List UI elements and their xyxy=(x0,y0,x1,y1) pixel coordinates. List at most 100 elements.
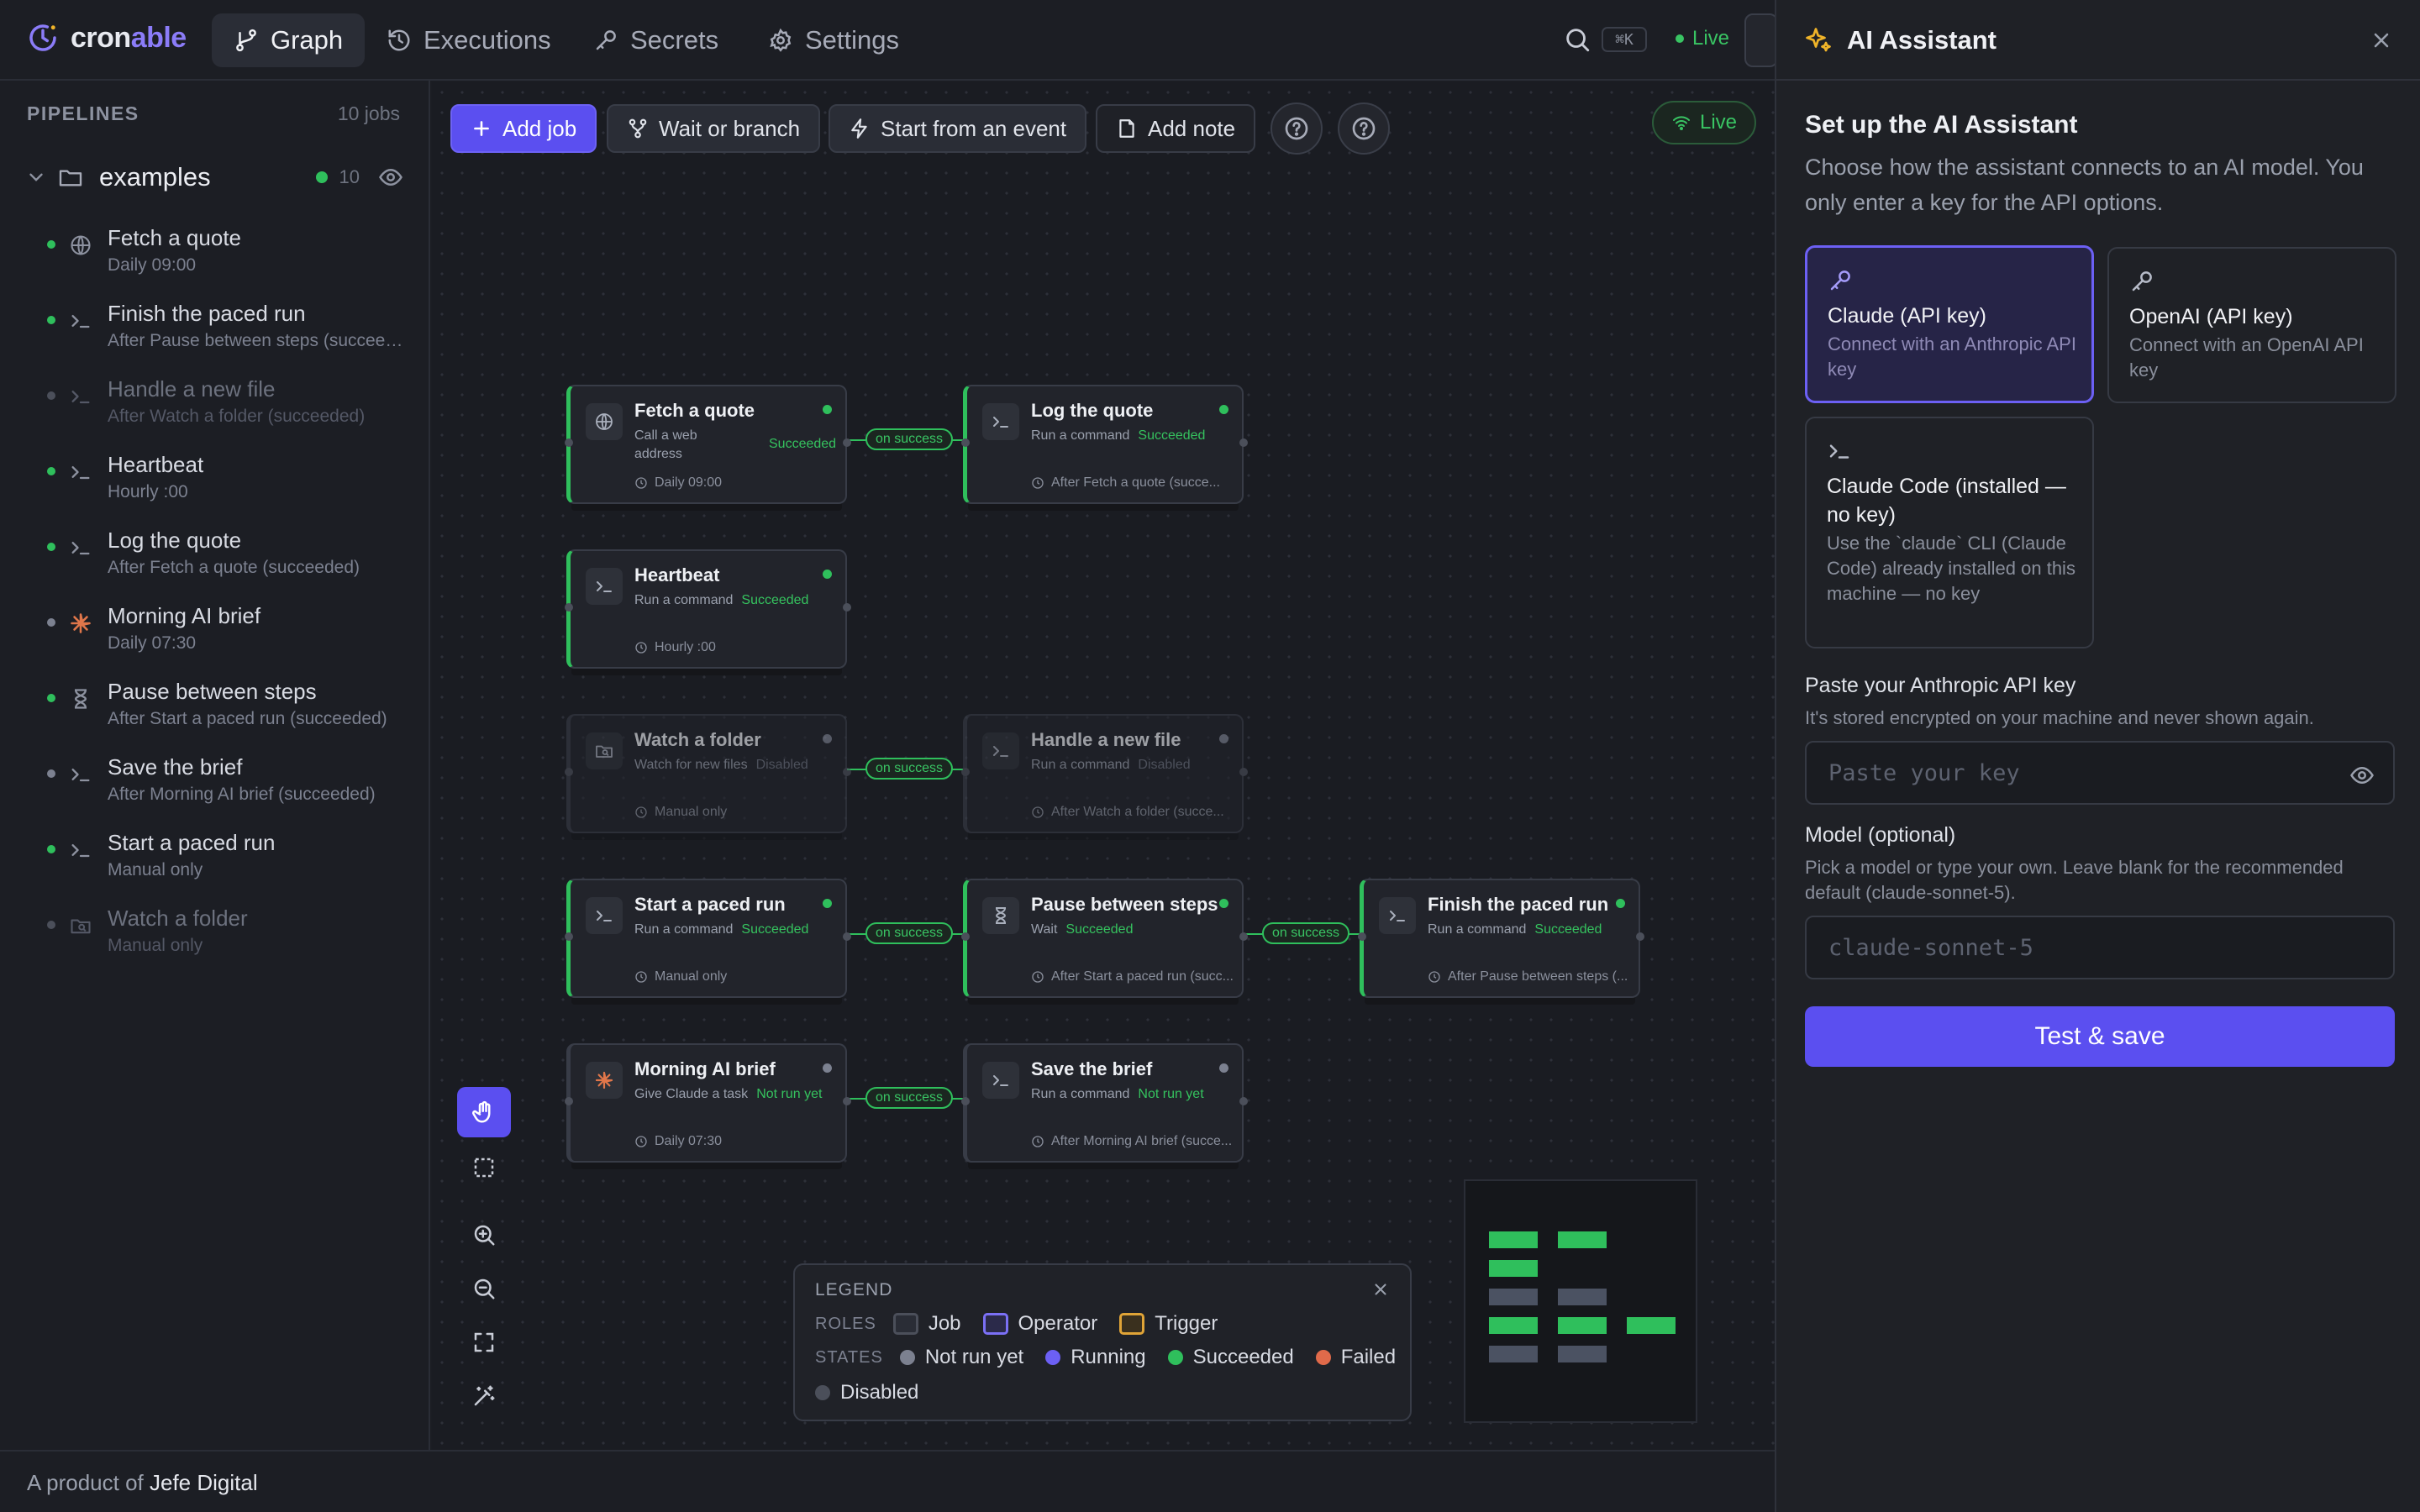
live-badge[interactable]: Live xyxy=(1652,101,1756,144)
test-and-save-button[interactable]: Test & save xyxy=(1805,1006,2395,1067)
zoom-in-button[interactable] xyxy=(457,1210,511,1260)
output-port[interactable] xyxy=(1636,932,1644,941)
folder-examples[interactable]: examples 10 xyxy=(25,158,403,197)
sidebar-item-start-a-paced-run[interactable]: Start a paced run Manual only xyxy=(40,827,410,894)
eye-icon[interactable] xyxy=(378,165,403,190)
edge-label[interactable]: on success xyxy=(865,922,954,944)
clock-icon xyxy=(1031,806,1044,819)
history-icon xyxy=(388,29,410,51)
zoom-out-button[interactable] xyxy=(457,1263,511,1314)
node-save-the-brief[interactable]: Save the brief Run a command Not run yet Af… xyxy=(961,1043,1248,1163)
pan-tool-button[interactable] xyxy=(457,1087,511,1137)
input-port[interactable] xyxy=(961,768,970,776)
help-button-2[interactable] xyxy=(1338,102,1390,155)
sidebar-item-log-the-quote[interactable]: Log the quote After Fetch a quote (succee… xyxy=(40,524,410,591)
hand-icon xyxy=(472,1100,491,1123)
eye-icon[interactable] xyxy=(2349,763,2375,788)
add-note-label: Add note xyxy=(1148,115,1236,141)
legend-role-label: Trigger xyxy=(1155,1312,1218,1335)
node-start-a-paced-run[interactable]: Start a paced run Run a command Succeeded M… xyxy=(565,879,851,998)
start-from-event-button[interactable]: Start from an event xyxy=(829,104,1087,153)
edge-label[interactable]: on success xyxy=(1262,922,1350,944)
output-port[interactable] xyxy=(843,1097,851,1105)
tab-executions[interactable]: Executions xyxy=(365,13,573,67)
sidebar-item-subtitle: Daily 07:30 xyxy=(108,633,197,653)
chevron-down-icon[interactable] xyxy=(25,166,47,188)
output-port[interactable] xyxy=(843,438,851,447)
sidebar-item-save-the-brief[interactable]: Save the brief After Morning AI brief (su… xyxy=(40,751,410,818)
footer-brand-link[interactable]: Jefe Digital xyxy=(150,1470,258,1495)
node-morning-ai-brief[interactable]: Morning AI brief Give Claude a task Not ru… xyxy=(565,1043,851,1163)
sidebar-item-fetch-a-quote[interactable]: Fetch a quote Daily 09:00 xyxy=(40,222,410,289)
sidebar-item-handle-a-new-file[interactable]: Handle a new file After Watch a folder (s… xyxy=(40,373,410,440)
output-port[interactable] xyxy=(1239,438,1248,447)
close-icon[interactable] xyxy=(2370,29,2393,52)
output-port[interactable] xyxy=(843,932,851,941)
api-key-help: It's stored encrypted on your machine an… xyxy=(1805,707,2314,728)
output-port[interactable] xyxy=(1239,768,1248,776)
input-port[interactable] xyxy=(565,768,573,776)
minimap[interactable] xyxy=(1464,1179,1697,1423)
logo[interactable]: cronable xyxy=(25,20,187,55)
output-port[interactable] xyxy=(843,768,851,776)
sidebar-item-title: Log the quote xyxy=(108,528,242,553)
globe-icon xyxy=(69,234,92,257)
sidebar-item-title: Morning AI brief xyxy=(108,603,261,628)
node-log-the-quote[interactable]: Log the quote Run a command Succeeded After… xyxy=(961,385,1248,504)
node-heartbeat[interactable]: Heartbeat Run a command Succeeded Hourly :0… xyxy=(565,549,851,669)
graph-canvas[interactable]: Add job Wait or branch Start from an eve… xyxy=(432,82,1775,1450)
search-icon[interactable] xyxy=(1563,25,1591,54)
edge-label[interactable]: on success xyxy=(865,428,954,450)
ai-assistant-button[interactable] xyxy=(1744,13,1778,67)
add-job-button[interactable]: Add job xyxy=(450,104,597,153)
model-input[interactable]: claude-sonnet-5 xyxy=(1805,916,2395,979)
edge-label[interactable]: on success xyxy=(865,758,954,780)
output-port[interactable] xyxy=(843,603,851,612)
node-schedule-text: Manual only xyxy=(655,969,728,984)
node-schedule: Manual only xyxy=(634,805,727,820)
option-claude-code[interactable]: Claude Code (installed — no key) Use the… xyxy=(1805,417,2094,648)
node-pause-between-steps[interactable]: Pause between steps Wait Succeeded After St… xyxy=(961,879,1248,998)
legend-role-label: Job xyxy=(928,1312,961,1335)
minimap-node xyxy=(1627,1317,1676,1334)
sidebar-item-heartbeat[interactable]: Heartbeat Hourly :00 xyxy=(40,449,410,516)
node-subtitle: Run a command Not run yet xyxy=(1031,1085,1204,1104)
node-handle-a-new-file[interactable]: Handle a new file Run a command Disabled Af… xyxy=(961,714,1248,833)
output-port[interactable] xyxy=(1239,932,1248,941)
help-button[interactable] xyxy=(1270,102,1323,155)
output-port[interactable] xyxy=(1239,1097,1248,1105)
sidebar-item-watch-a-folder[interactable]: Watch a folder Manual only xyxy=(40,902,410,969)
node-finish-the-paced-run[interactable]: Finish the paced run Run a command Succeed… xyxy=(1358,879,1644,998)
close-icon[interactable] xyxy=(1371,1280,1390,1299)
tab-settings[interactable]: Settings xyxy=(746,13,921,67)
sidebar-item-finish-the-paced-run[interactable]: Finish the paced run After Pause between … xyxy=(40,297,410,365)
wait-or-branch-button[interactable]: Wait or branch xyxy=(607,104,821,153)
input-port[interactable] xyxy=(565,438,573,447)
api-key-input[interactable]: Paste your key xyxy=(1805,741,2395,805)
terminal-icon xyxy=(982,1062,1019,1099)
input-port[interactable] xyxy=(961,438,970,447)
input-port[interactable] xyxy=(1358,932,1366,941)
clock-icon xyxy=(634,1135,648,1148)
tab-secrets[interactable]: Secrets xyxy=(571,13,740,67)
terminal-icon xyxy=(69,309,92,333)
node-fetch-a-quote[interactable]: Fetch a quote Call a web address Succeeded D… xyxy=(565,385,851,504)
add-note-button[interactable]: Add note xyxy=(1096,104,1256,153)
edge-label[interactable]: on success xyxy=(865,1087,954,1109)
tab-graph[interactable]: Graph xyxy=(212,13,366,67)
fit-view-button[interactable] xyxy=(457,1317,511,1368)
node-action: Run a command xyxy=(1031,428,1130,443)
input-port[interactable] xyxy=(961,1097,970,1105)
option-openai-api[interactable]: OpenAI (API key) Connect with an OpenAI … xyxy=(2107,247,2396,403)
input-port[interactable] xyxy=(565,603,573,612)
legend-roles-row: ROLES Job Operator Trigger xyxy=(815,1312,1239,1336)
auto-layout-button[interactable] xyxy=(457,1371,511,1421)
sidebar-item-morning-ai-brief[interactable]: Morning AI brief Daily 07:30 xyxy=(40,600,410,667)
option-claude-api[interactable]: Claude (API key) Connect with an Anthrop… xyxy=(1805,245,2094,403)
sidebar-item-pause-between-steps[interactable]: Pause between steps After Start a paced r… xyxy=(40,675,410,743)
select-tool-button[interactable] xyxy=(457,1142,511,1193)
node-watch-a-folder[interactable]: Watch a folder Watch for new files Disable… xyxy=(565,714,851,833)
input-port[interactable] xyxy=(961,932,970,941)
input-port[interactable] xyxy=(565,1097,573,1105)
input-port[interactable] xyxy=(565,932,573,941)
